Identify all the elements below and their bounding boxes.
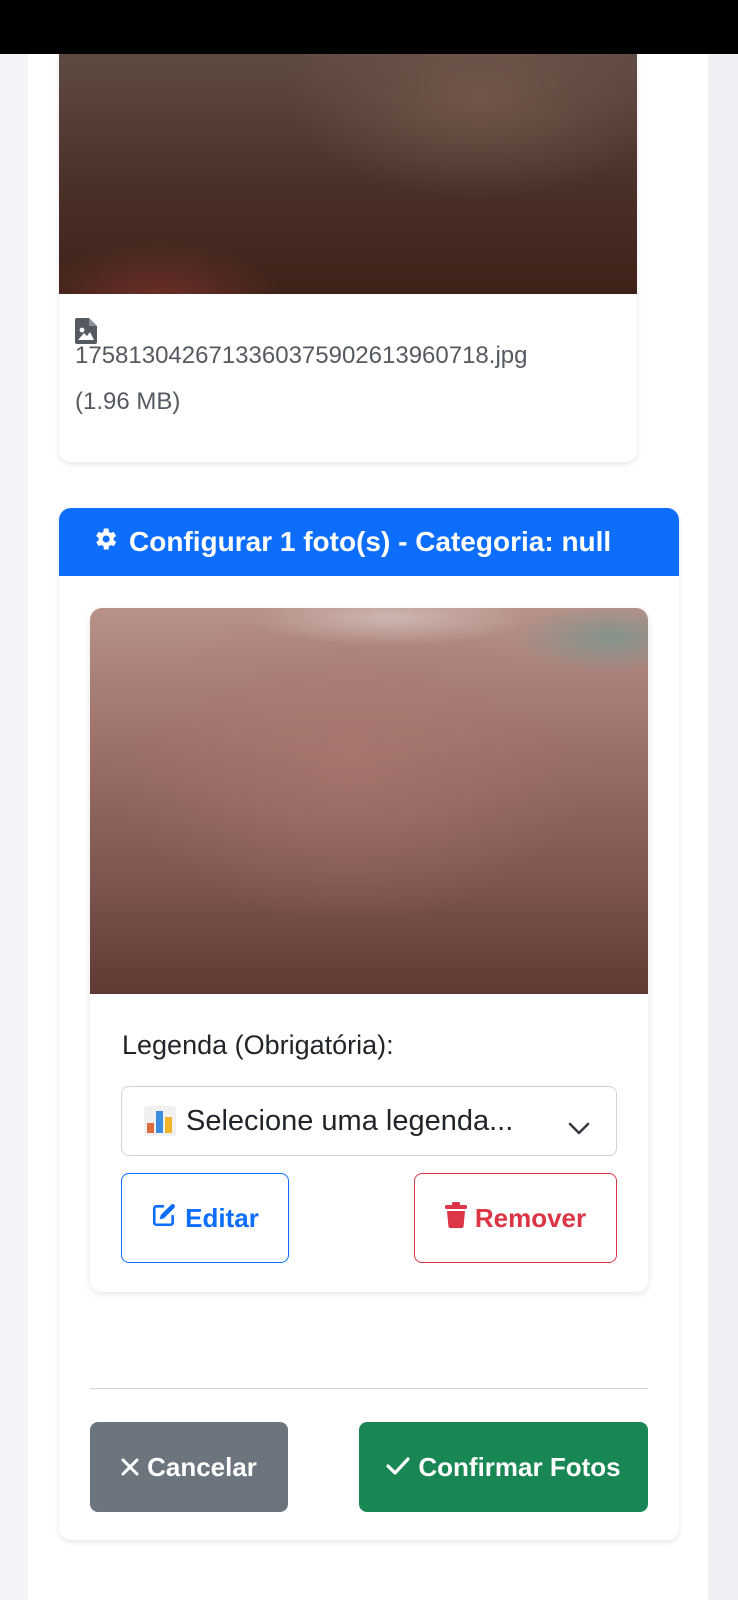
legend-label: Legenda (Obrigatória):: [122, 1030, 394, 1060]
page-scroll-gutter: [708, 54, 738, 1600]
remove-button-label: Remover: [474, 1202, 587, 1233]
file-name: 1758130426713360375902613960718.jpg: [75, 342, 528, 369]
legend-select-value: Selecione uma legenda...: [186, 1104, 514, 1137]
confirm-button-label: Confirmar Fotos: [418, 1451, 621, 1482]
remove-button[interactable]: Remover: [414, 1173, 617, 1263]
edit-icon: [151, 1202, 185, 1235]
close-icon: [121, 1452, 139, 1483]
photo-item-card: Legenda (Obrigatória): Selecione uma leg…: [90, 608, 648, 1292]
photo-preview: [90, 608, 648, 994]
legend-select[interactable]: Selecione uma legenda...: [121, 1086, 617, 1156]
status-bar: [0, 0, 738, 54]
uploaded-file-card: 1758130426713360375902613960718.jpg (1.9…: [59, 54, 637, 462]
cancel-button-label: Cancelar: [147, 1451, 257, 1482]
divider: [90, 1388, 648, 1389]
config-title: Configurar 1 foto(s) - Categoria: null: [129, 526, 612, 557]
edit-button[interactable]: Editar: [121, 1173, 289, 1263]
uploaded-photo-preview: [59, 54, 637, 294]
gear-icon: [91, 525, 129, 560]
cancel-button[interactable]: Cancelar: [90, 1422, 288, 1512]
check-icon: [386, 1452, 418, 1483]
edit-button-label: Editar: [185, 1202, 259, 1233]
bar-chart-emoji-icon: [144, 1106, 176, 1136]
config-header: Configurar 1 foto(s) - Categoria: null: [59, 508, 679, 576]
confirm-photos-button[interactable]: Confirmar Fotos: [359, 1422, 648, 1512]
trash-icon: [444, 1201, 475, 1235]
chevron-down-icon: [568, 1111, 590, 1144]
photo-config-card: Configurar 1 foto(s) - Categoria: null L…: [59, 508, 679, 1540]
file-size: (1.96 MB): [75, 388, 181, 415]
